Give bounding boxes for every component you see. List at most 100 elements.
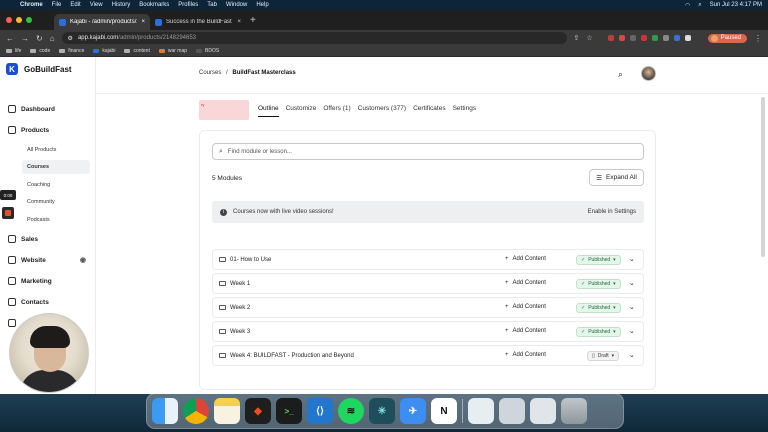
close-tab-icon[interactable]: × xyxy=(141,19,145,25)
tab-settings[interactable]: Settings xyxy=(453,105,477,117)
module-row[interactable]: Week 4: BUILDFAST - Production and Beyon… xyxy=(212,345,644,366)
vscode-icon[interactable]: ⟨⟩ xyxy=(307,398,333,424)
window-icon[interactable] xyxy=(499,398,525,424)
menu-edit[interactable]: Edit xyxy=(70,2,80,8)
sidebar-subitem-podcasts[interactable]: Podcasts xyxy=(22,213,90,227)
notion-icon[interactable]: N xyxy=(431,398,457,424)
expand-chevron-icon[interactable]: ⌄ xyxy=(629,351,635,359)
profile-paused-button[interactable]: Paused xyxy=(707,33,747,43)
search-icon[interactable]: ⌕ xyxy=(698,2,701,9)
sidebar-subitem-all-products[interactable]: All Products xyxy=(22,143,90,157)
menu-tab[interactable]: Tab xyxy=(207,2,217,8)
new-tab-icon[interactable]: + xyxy=(250,15,256,26)
menu-bookmarks[interactable]: Bookmarks xyxy=(139,2,169,8)
finder-icon[interactable] xyxy=(152,398,178,424)
extension-icon[interactable] xyxy=(629,35,636,41)
site-info-icon[interactable]: ⚙ xyxy=(68,35,73,42)
menu-help[interactable]: Help xyxy=(256,2,268,8)
figma-icon[interactable]: ◆ xyxy=(245,398,271,424)
puzzle-icon[interactable] xyxy=(684,35,691,41)
menu-file[interactable]: File xyxy=(52,2,62,8)
spotify-icon[interactable]: ≋ xyxy=(338,398,364,424)
perplexity-icon[interactable]: ✳ xyxy=(369,398,395,424)
address-bar[interactable]: ⚙ app.kajabi.com/admin/products/21482946… xyxy=(61,32,567,44)
window-icon-2[interactable] xyxy=(530,398,556,424)
sidebar-subitem-community[interactable]: Community xyxy=(22,195,90,209)
bookmark-content[interactable]: content xyxy=(124,48,150,54)
sidebar-subitem-courses[interactable]: Courses xyxy=(22,160,90,174)
bookmark-star-icon[interactable]: ☆ xyxy=(586,34,592,42)
avatar[interactable] xyxy=(641,66,656,81)
tab-customers[interactable]: Customers (377) xyxy=(358,105,406,117)
module-title[interactable]: Week 4: BUILDFAST - Production and Beyon… xyxy=(230,353,643,359)
breadcrumb-courses[interactable]: Courses xyxy=(199,70,221,76)
preview-icon[interactable] xyxy=(468,398,494,424)
stop-recording-icon[interactable] xyxy=(2,207,14,219)
module-row[interactable]: Week 2 + Add Content ✓ Published ▾ ⌄ xyxy=(212,297,644,318)
sidebar-subitem-coaching[interactable]: Coaching xyxy=(22,178,90,192)
add-content-button[interactable]: + Add Content xyxy=(505,256,546,262)
datetime[interactable]: Sun Jul 23 4:17 PM xyxy=(710,2,762,8)
testflight-icon[interactable]: ✈ xyxy=(400,398,426,424)
bookmark-bdos[interactable]: BDOS xyxy=(196,48,219,54)
module-row[interactable]: Week 1 + Add Content ✓ Published ▾ ⌄ xyxy=(212,273,644,294)
add-content-button[interactable]: + Add Content xyxy=(505,328,546,334)
scrollbar[interactable] xyxy=(761,97,765,257)
tab-offers[interactable]: Offers (1) xyxy=(323,105,350,117)
sidebar-brand[interactable]: K GoBuildFast xyxy=(0,57,95,81)
extension-icon[interactable] xyxy=(662,35,669,41)
bookmark-kajabi[interactable]: kajabi xyxy=(93,48,115,54)
expand-chevron-icon[interactable]: ⌄ xyxy=(629,303,635,311)
expand-chevron-icon[interactable]: ⌄ xyxy=(629,255,635,263)
bookmark-war-map[interactable]: war map xyxy=(158,48,187,54)
eye-icon[interactable]: ◉ xyxy=(80,256,86,264)
reload-icon[interactable]: ↻ xyxy=(36,34,43,43)
zoom-window-button[interactable] xyxy=(26,17,32,23)
status-badge[interactable]: ✓ Published ▾ xyxy=(576,279,621,289)
search-icon[interactable]: ⌕ xyxy=(618,69,623,80)
status-badge[interactable]: ✓ Published ▾ xyxy=(576,255,621,265)
minimize-window-button[interactable] xyxy=(16,17,22,23)
status-badge[interactable]: ✓ Published ▾ xyxy=(576,303,621,313)
close-tab-icon[interactable]: × xyxy=(237,19,241,25)
bookmark-code[interactable]: code xyxy=(30,48,50,54)
extension-icon[interactable] xyxy=(607,35,614,41)
status-badge[interactable]: ▯ Draft ▾ xyxy=(587,351,620,361)
module-row[interactable]: 01- How to Use + Add Content ✓ Published ▾ … xyxy=(212,249,644,270)
extension-icon[interactable] xyxy=(673,35,680,41)
forward-icon[interactable]: → xyxy=(21,34,29,43)
expand-chevron-icon[interactable]: ⌄ xyxy=(629,279,635,287)
extension-icon[interactable] xyxy=(618,35,625,41)
terminal-icon[interactable]: >_ xyxy=(276,398,302,424)
chrome-icon[interactable] xyxy=(183,398,209,424)
home-icon[interactable]: ⌂ xyxy=(50,34,55,43)
expand-chevron-icon[interactable]: ⌄ xyxy=(629,327,635,335)
status-badge[interactable]: ✓ Published ▾ xyxy=(576,327,621,337)
menu-view[interactable]: View xyxy=(90,2,103,8)
menu-profiles[interactable]: Profiles xyxy=(178,2,198,8)
share-icon[interactable]: ⇪ xyxy=(574,34,580,42)
sidebar-item-products[interactable]: Products xyxy=(0,123,96,137)
extension-icon[interactable] xyxy=(651,35,658,41)
sidebar-item-sales[interactable]: Sales xyxy=(0,232,96,246)
add-content-button[interactable]: + Add Content xyxy=(505,352,546,358)
menu-history[interactable]: History xyxy=(112,2,131,8)
sidebar-item-contacts[interactable]: Contacts xyxy=(0,295,96,309)
enable-in-settings-link[interactable]: Enable in Settings xyxy=(588,209,636,215)
extension-icon[interactable] xyxy=(640,35,647,41)
course-thumbnail[interactable]: ry xyxy=(199,100,249,120)
sidebar-item-marketing[interactable]: Marketing xyxy=(0,274,96,288)
back-icon[interactable]: ← xyxy=(6,34,14,43)
tab-customize[interactable]: Customize xyxy=(286,105,317,117)
expand-all-button[interactable]: ☰ Expand All xyxy=(589,169,644,186)
kebab-menu-icon[interactable]: ⋮ xyxy=(754,34,762,43)
close-window-button[interactable] xyxy=(6,17,12,23)
add-content-button[interactable]: + Add Content xyxy=(505,280,546,286)
sidebar-item-website[interactable]: Website ◉ xyxy=(0,253,96,267)
trash-icon[interactable] xyxy=(561,398,587,424)
tab-outline[interactable]: Outline xyxy=(258,105,279,117)
browser-tab-success[interactable]: Success in the BuildFast - Go × xyxy=(150,14,246,30)
menu-app-name[interactable]: Chrome xyxy=(20,2,43,8)
add-content-button[interactable]: + Add Content xyxy=(505,304,546,310)
tab-certificates[interactable]: Certificates xyxy=(413,105,446,117)
